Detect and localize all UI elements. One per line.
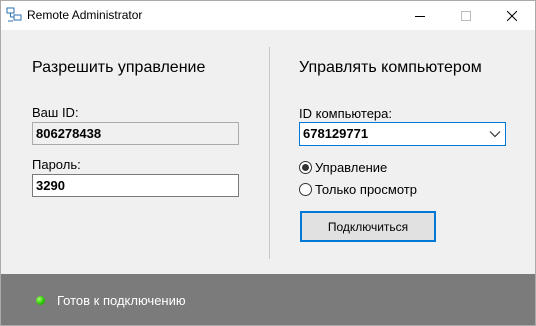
mode-control-radio[interactable]: Управление (299, 160, 387, 175)
computer-id-value: 678129771 (303, 126, 369, 141)
computer-id-combobox[interactable]: 678129771 (299, 122, 506, 146)
window-title: Remote Administrator (27, 8, 143, 22)
password-label: Пароль: (32, 157, 81, 172)
mode-view-only-label: Только просмотр (315, 182, 417, 197)
title-bar[interactable]: Remote Administrator (1, 1, 535, 30)
app-window: Remote Administrator Разрешить управлени… (0, 0, 536, 326)
computer-id-label: ID компьютера: (299, 106, 392, 121)
minimize-icon (415, 15, 425, 17)
close-button[interactable] (489, 1, 535, 30)
network-computers-icon (6, 7, 22, 22)
password-field[interactable]: 3290 (32, 174, 239, 197)
your-id-field[interactable]: 806278438 (32, 122, 239, 145)
radio-unchecked-icon[interactable] (299, 183, 312, 196)
maximize-icon (461, 10, 471, 21)
chevron-down-icon[interactable] (489, 130, 501, 138)
section-divider (269, 47, 270, 259)
mode-view-only-radio[interactable]: Только просмотр (299, 182, 417, 197)
maximize-button[interactable] (443, 1, 489, 30)
connect-button[interactable]: Подключиться (300, 211, 436, 242)
control-computer-heading: Управлять компьютером (299, 59, 482, 76)
status-text: Готов к подключению (57, 293, 186, 308)
allow-control-heading: Разрешить управление (32, 59, 206, 76)
radio-checked-icon[interactable] (299, 161, 312, 174)
your-id-label: Ваш ID: (32, 105, 79, 120)
close-icon (507, 10, 517, 21)
minimize-button[interactable] (397, 1, 443, 30)
mode-control-label: Управление (315, 160, 388, 175)
status-bar: Готов к подключению (1, 274, 535, 325)
main-content: Разрешить управление Ваш ID: 806278438 П… (1, 30, 535, 274)
status-indicator-icon (36, 296, 45, 305)
